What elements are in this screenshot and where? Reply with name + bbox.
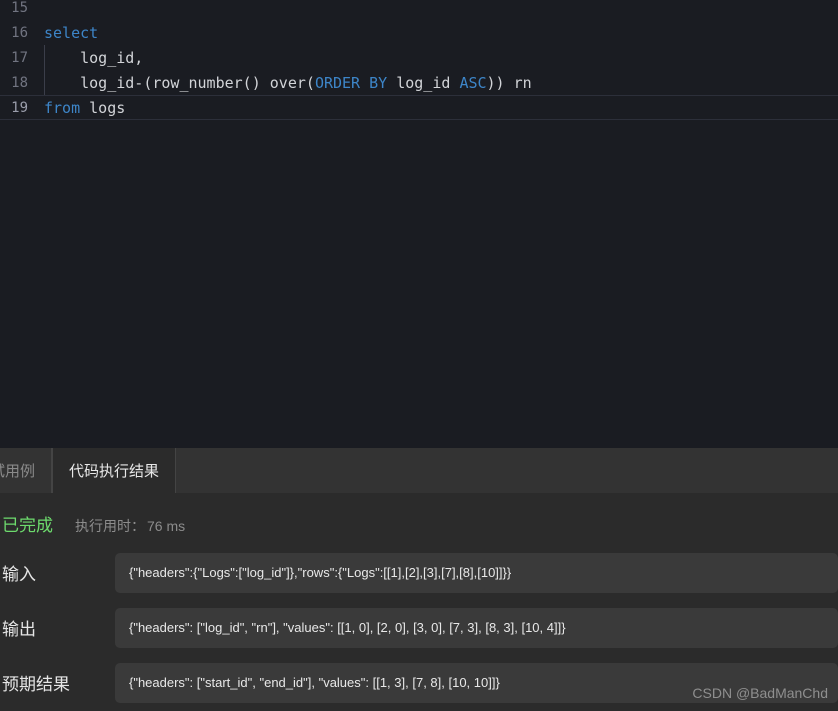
code-line[interactable]: 15 (0, 0, 838, 20)
runtime-value: 76 ms (147, 518, 186, 534)
line-number: 17 (11, 49, 28, 66)
code-token: ASC (459, 73, 487, 92)
io-label: 输出 (2, 620, 36, 639)
code-line-list[interactable]: 15 16 select 17 log_id, 18 log_id-(row_numbe… (0, 0, 838, 120)
io-label: 输入 (2, 565, 36, 584)
code-token: logs (80, 98, 126, 117)
line-number: 18 (11, 74, 28, 91)
watermark: CSDN @BadManChd (692, 685, 828, 701)
io-label: 预期结果 (2, 675, 70, 694)
runtime-label: 执行用时： (75, 518, 145, 534)
code-token: ORDER BY (314, 73, 388, 92)
code-token: select (44, 23, 99, 42)
app-root: 15 16 select 17 log_id, 18 log_id-(row_numbe… (0, 0, 838, 711)
result-tabs[interactable]: 试用例 代码执行结果 (0, 448, 838, 493)
io-value-box[interactable]: {"headers": ["log_id", "rn"], "values": … (115, 607, 838, 648)
code-text: log_id-(row_number() over(ORDER BY log_i… (36, 74, 532, 92)
code-line[interactable]: 19 from logs (0, 95, 838, 120)
code-token: )) rn (486, 73, 532, 92)
line-number: 16 (11, 24, 28, 41)
io-value-box[interactable]: {"headers":{"Logs":["log_id"]},"rows":{"… (115, 552, 838, 593)
io-row: 预期结果 {"headers": ["start_id", "end_id"], … (0, 655, 838, 710)
execution-status-row: 已完成 执行用时： 76 ms (0, 493, 838, 541)
tab-bar-filler (176, 448, 838, 493)
code-token: log_id (387, 73, 460, 92)
io-row: 输入 {"headers":{"Logs":["log_id"]},"rows":… (0, 545, 838, 600)
line-number: 19 (11, 99, 28, 116)
code-line[interactable]: 18 log_id-(row_number() over(ORDER BY lo… (0, 70, 838, 95)
code-token: log_id, (44, 48, 144, 67)
tab-label: 试用例 (0, 463, 36, 480)
tab-test-case[interactable]: 试用例 (0, 448, 53, 493)
code-text: select (36, 24, 98, 42)
io-row: 输出 {"headers": ["log_id", "rn"], "values"… (0, 600, 838, 655)
code-editor[interactable]: 15 16 select 17 log_id, 18 log_id-(row_numbe… (0, 0, 838, 448)
result-panel: 试用例 代码执行结果 已完成 执行用时： 76 ms 输入 {"headers":{… (0, 448, 838, 711)
code-token: from (44, 98, 81, 117)
code-line[interactable]: 17 log_id, (0, 45, 838, 70)
status-badge: 已完成 (2, 516, 53, 535)
code-text: log_id, (36, 49, 143, 67)
line-number: 15 (11, 0, 28, 16)
code-line[interactable]: 16 select (0, 20, 838, 45)
code-text: from logs (36, 99, 125, 117)
tab-label: 代码执行结果 (69, 463, 160, 480)
tab-execution-result[interactable]: 代码执行结果 (52, 448, 177, 493)
code-token: log_id-(row_number() over( (44, 73, 315, 92)
